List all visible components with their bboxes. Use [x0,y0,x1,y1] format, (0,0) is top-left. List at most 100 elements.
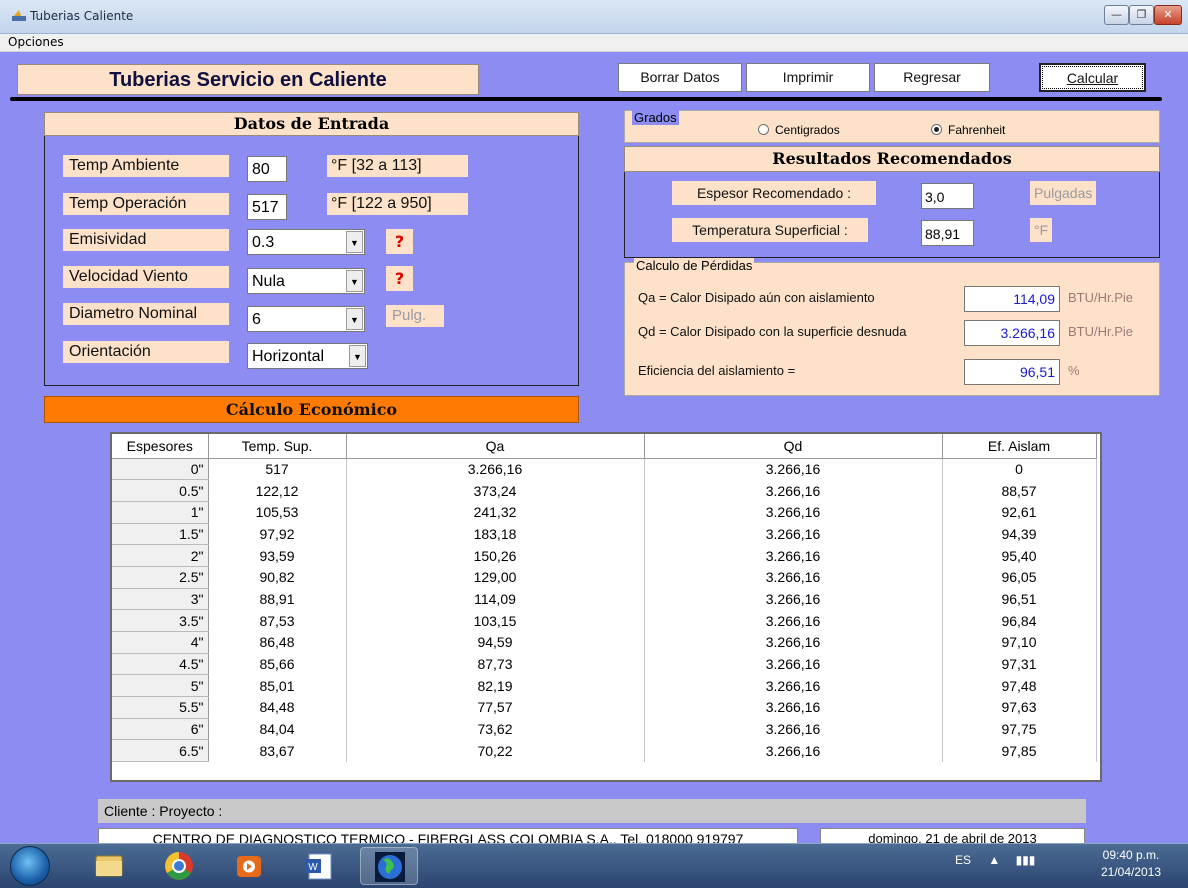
centigrados-radio[interactable]: Centigrados [758,123,840,137]
table-cell[interactable]: 0 [942,458,1097,480]
table-cell[interactable]: 97,92 [208,523,347,545]
table-cell[interactable]: 70,22 [346,739,645,762]
table-cell[interactable]: 2" [112,544,209,567]
temp-operacion-input[interactable]: 517 [247,194,287,220]
start-button[interactable] [10,846,50,886]
fahrenheit-radio[interactable]: Fahrenheit [931,123,1005,137]
close-button[interactable]: ✕ [1154,5,1182,25]
table-cell[interactable]: 3.266,16 [644,566,943,589]
table-cell[interactable]: 6" [112,718,209,741]
table-cell[interactable]: 2.5" [112,566,209,589]
table-cell[interactable]: 3.266,16 [644,653,943,675]
table-row[interactable]: 5" 85,01 82,19 3.266,16 97,48 [112,674,1097,698]
table-row[interactable]: 6.5" 83,67 70,22 3.266,16 97,85 [112,739,1097,763]
globe-app-icon[interactable] [360,847,418,885]
table-row[interactable]: 0" 517 3.266,16 3.266,16 0 [112,458,1097,481]
table-cell[interactable]: 87,53 [208,609,347,632]
table-row[interactable]: 3.5" 87,53 103,15 3.266,16 96,84 [112,609,1097,632]
chevron-down-icon[interactable]: ▼ [346,231,363,253]
table-cell[interactable]: 3.266,16 [346,458,645,480]
table-cell[interactable]: 83,67 [208,739,347,762]
minimize-button[interactable]: — [1104,5,1129,25]
explorer-icon[interactable] [80,847,138,885]
table-cell[interactable]: 3.266,16 [644,588,943,610]
table-cell[interactable]: 3.266,16 [644,674,943,697]
table-cell[interactable]: 373,24 [346,479,645,502]
table-cell[interactable]: 3.5" [112,609,209,632]
col-header-qa[interactable]: Qa [346,434,645,459]
temp-ambiente-input[interactable]: 80 [247,156,287,182]
media-player-icon[interactable] [220,847,278,885]
chevron-down-icon[interactable]: ▼ [349,345,366,367]
table-row[interactable]: 2" 93,59 150,26 3.266,16 95,40 [112,544,1097,567]
table-row[interactable]: 3" 88,91 114,09 3.266,16 96,51 [112,588,1097,611]
table-cell[interactable]: 3.266,16 [644,544,943,567]
table-cell[interactable]: 85,66 [208,653,347,675]
network-icon[interactable]: ▮▮▮ [1016,853,1036,867]
table-cell[interactable]: 4.5" [112,653,209,676]
table-cell[interactable]: 87,73 [346,653,645,675]
table-cell[interactable]: 3.266,16 [644,479,943,502]
table-row[interactable]: 4.5" 85,66 87,73 3.266,16 97,31 [112,653,1097,676]
table-cell[interactable]: 84,04 [208,718,347,740]
table-cell[interactable]: 82,19 [346,674,645,697]
table-row[interactable]: 6" 84,04 73,62 3.266,16 97,75 [112,718,1097,741]
menu-opciones[interactable]: Opciones [8,35,64,49]
velocidad-viento-help-button[interactable]: ? [386,266,413,291]
table-cell[interactable]: 97,75 [942,718,1097,740]
table-cell[interactable]: 3.266,16 [644,523,943,545]
table-cell[interactable]: 92,61 [942,501,1097,524]
clock[interactable]: 09:40 p.m. 21/04/2013 [1086,847,1176,881]
language-indicator[interactable]: ES [955,853,971,867]
table-cell[interactable]: 90,82 [208,566,347,589]
chrome-icon[interactable] [150,847,208,885]
table-cell[interactable]: 97,31 [942,653,1097,675]
emisividad-help-button[interactable]: ? [386,229,413,254]
table-cell[interactable]: 97,10 [942,631,1097,654]
table-cell[interactable]: 96,51 [942,588,1097,610]
imprimir-button[interactable]: Imprimir [746,63,870,92]
table-cell[interactable]: 0" [112,458,209,481]
table-cell[interactable]: 95,40 [942,544,1097,567]
table-cell[interactable]: 129,00 [346,566,645,589]
col-header-ef-aislam[interactable]: Ef. Aislam [942,434,1097,459]
table-cell[interactable]: 5" [112,674,209,698]
title-bar[interactable] [0,0,1188,34]
table-cell[interactable]: 3.266,16 [644,631,943,654]
col-header-temp-sup[interactable]: Temp. Sup. [208,434,347,459]
col-header-qd[interactable]: Qd [644,434,943,459]
table-cell[interactable]: 6.5" [112,739,209,763]
regresar-button[interactable]: Regresar [874,63,990,92]
table-cell[interactable]: 86,48 [208,631,347,654]
chevron-down-icon[interactable]: ▼ [346,270,363,292]
table-cell[interactable]: 3.266,16 [644,458,943,480]
table-cell[interactable]: 0.5" [112,479,209,502]
table-cell[interactable]: 97,85 [942,739,1097,762]
table-cell[interactable]: 105,53 [208,501,347,524]
table-cell[interactable]: 183,18 [346,523,645,545]
table-cell[interactable]: 3.266,16 [644,739,943,762]
orientacion-select[interactable]: Horizontal ▼ [247,343,368,369]
table-cell[interactable]: 77,57 [346,696,645,719]
table-cell[interactable]: 122,12 [208,479,347,502]
table-cell[interactable]: 97,63 [942,696,1097,719]
table-cell[interactable]: 96,84 [942,609,1097,632]
show-hidden-icons-icon[interactable]: ▲ [988,853,1000,867]
col-header-espesores[interactable]: Espesores [112,434,209,459]
table-cell[interactable]: 103,15 [346,609,645,632]
diametro-nominal-select[interactable]: 6 ▼ [247,306,365,332]
table-row[interactable]: 1" 105,53 241,32 3.266,16 92,61 [112,501,1097,524]
table-cell[interactable]: 5.5" [112,696,209,719]
word-icon[interactable]: W [290,847,348,885]
table-cell[interactable]: 96,05 [942,566,1097,589]
table-cell[interactable]: 3.266,16 [644,609,943,632]
table-cell[interactable]: 114,09 [346,588,645,610]
table-cell[interactable]: 88,91 [208,588,347,610]
table-cell[interactable]: 97,48 [942,674,1097,697]
table-cell[interactable]: 3.266,16 [644,718,943,740]
emisividad-select[interactable]: 0.3 ▼ [247,229,365,255]
table-cell[interactable]: 1.5" [112,523,209,546]
table-cell[interactable]: 94,39 [942,523,1097,545]
borrar-datos-button[interactable]: Borrar Datos [618,63,742,92]
table-row[interactable]: 0.5" 122,12 373,24 3.266,16 88,57 [112,479,1097,502]
